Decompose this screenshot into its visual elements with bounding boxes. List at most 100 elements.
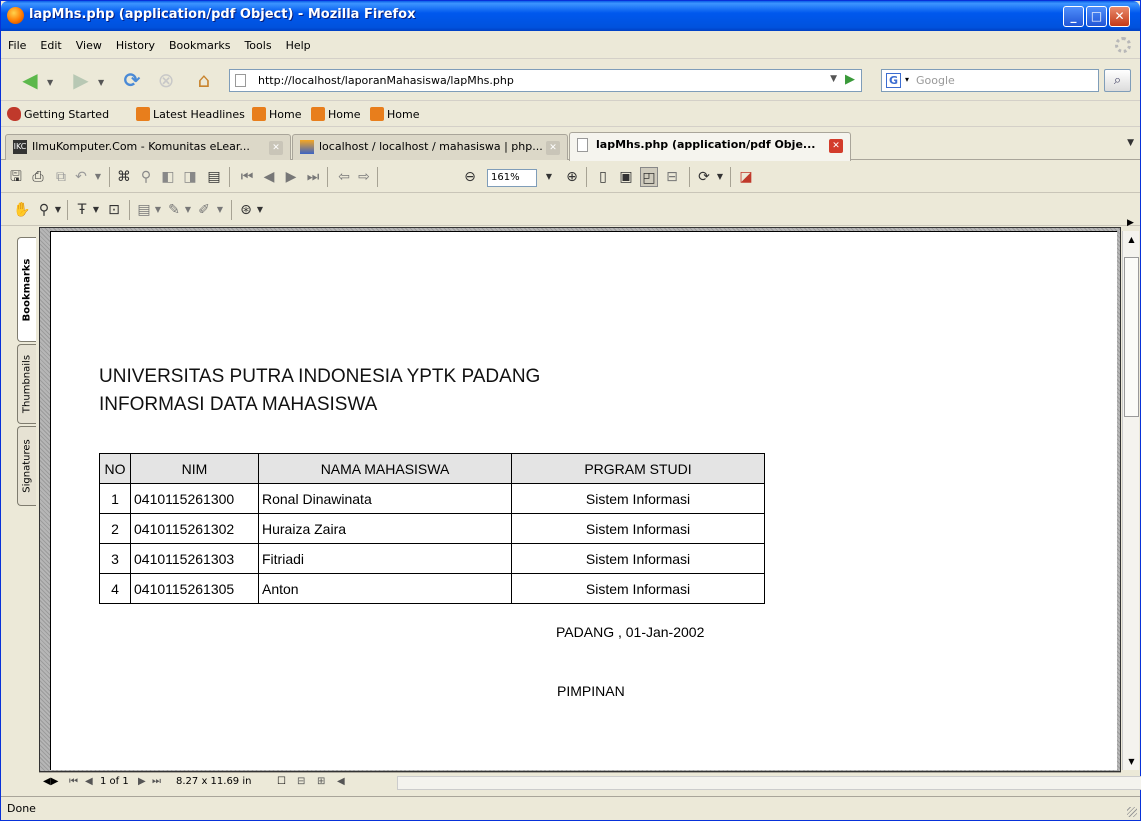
next-page-icon[interactable]: ▶ <box>283 167 299 187</box>
tab-ilmukomputer[interactable]: IKC IlmuKomputer.Com - Komunitas eLear..… <box>5 134 291 160</box>
undo-dropdown-icon[interactable]: ▼ <box>93 167 103 187</box>
acrobat-icon[interactable]: ◪ <box>737 167 755 187</box>
tab-close-button[interactable]: ✕ <box>546 141 560 155</box>
save-icon[interactable]: 🖫 <box>7 167 25 187</box>
menu-history[interactable]: History <box>109 32 162 59</box>
hand-tool-icon[interactable]: ✋ <box>13 200 31 220</box>
maximize-button[interactable]: □ <box>1086 6 1107 27</box>
stop-button[interactable]: ⊗ <box>153 68 179 92</box>
print-icon[interactable]: ⎙ <box>29 167 47 187</box>
stamp-dropdown-icon[interactable]: ▼ <box>255 200 265 220</box>
url-history-dropdown-icon[interactable]: ▼ <box>830 74 837 84</box>
tab-phpmyadmin[interactable]: localhost / localhost / mahasiswa | php.… <box>292 134 568 160</box>
resize-grip-icon[interactable] <box>1127 807 1137 817</box>
thumbnails-panel-tab[interactable]: Thumbnails <box>17 344 36 424</box>
highlight-icon[interactable]: ✐ <box>195 200 213 220</box>
back-button[interactable]: ◀ <box>17 68 43 92</box>
scroll-down-icon[interactable]: ▼ <box>1124 754 1139 769</box>
fit-width-icon[interactable]: ◰ <box>640 167 658 187</box>
bookmark-home-3[interactable]: Home <box>370 107 419 122</box>
stamp-icon[interactable]: ⊛ <box>237 200 255 220</box>
bookmark-getting-started[interactable]: Getting Started <box>7 107 109 122</box>
bookmark-latest-headlines[interactable]: Latest Headlines <box>136 107 245 122</box>
first-page-icon[interactable]: ⏮ <box>69 776 78 787</box>
rotate-dropdown-icon[interactable]: ▼ <box>715 167 725 187</box>
select-text-icon[interactable]: Ŧ <box>73 200 91 220</box>
vertical-scrollbar[interactable]: ▲ ▼ <box>1122 231 1139 770</box>
zoom-level-field[interactable]: 161% <box>487 169 537 187</box>
menu-help[interactable]: Help <box>279 32 318 59</box>
tab-list-dropdown-icon[interactable]: ▼ <box>1127 138 1134 148</box>
last-page-icon[interactable]: ⏭ <box>152 776 161 787</box>
document-properties-icon[interactable]: ▤ <box>205 167 223 187</box>
note-dropdown-icon[interactable]: ▼ <box>153 200 163 220</box>
previous-page-icon[interactable]: ◀ <box>261 167 277 187</box>
pencil-dropdown-icon[interactable]: ▼ <box>183 200 193 220</box>
fit-page-icon[interactable]: ▣ <box>617 167 635 187</box>
zoom-out-icon[interactable]: ⊖ <box>461 167 479 187</box>
scroll-up-icon[interactable]: ▲ <box>1124 232 1139 247</box>
minimize-button[interactable]: _ <box>1063 6 1084 27</box>
pencil-icon[interactable]: ✎ <box>165 200 183 220</box>
url-text[interactable]: http://localhost/laporanMahasiswa/lapMhs… <box>258 74 514 87</box>
bookmark-home-1[interactable]: Home <box>252 107 301 122</box>
reflow-icon[interactable]: ⊟ <box>663 167 681 187</box>
menu-file[interactable]: File <box>1 32 33 59</box>
scrollbar-thumb[interactable] <box>1124 257 1139 417</box>
find-icon[interactable]: ⌘ <box>115 167 133 187</box>
rotate-view-icon[interactable]: ⟳ <box>695 167 713 187</box>
search-button[interactable]: ⌕ <box>1104 69 1131 92</box>
signatures-panel-tab[interactable]: Signatures <box>17 426 36 506</box>
forward-button[interactable]: ▶ <box>68 68 94 92</box>
back-history-dropdown-icon[interactable]: ▼ <box>47 78 53 87</box>
engine-dropdown-icon[interactable]: ▾ <box>905 75 909 84</box>
pdf-toolbar-main: 🖫 ⎙ ⧉ ↶ ▼ ⌘ ⚲ ◧ ◨ ▤ ⏮ ◀ ▶ ⏭ ⇦ ⇨ ⊖ 161% ▼… <box>1 161 1140 193</box>
zoom-tool-dropdown-icon[interactable]: ▼ <box>53 200 63 220</box>
copy-icon[interactable]: ⧉ <box>53 167 69 187</box>
go-button[interactable]: ▶ <box>845 72 855 87</box>
address-bar[interactable]: http://localhost/laporanMahasiswa/lapMhs… <box>229 69 862 92</box>
actual-size-icon[interactable]: ▯ <box>594 167 612 187</box>
menu-view[interactable]: View <box>69 32 109 59</box>
zoom-tool-icon[interactable]: ⚲ <box>35 200 53 220</box>
select-dropdown-icon[interactable]: ▼ <box>91 200 101 220</box>
next-view-icon[interactable]: ◨ <box>181 167 199 187</box>
bookmark-home-2[interactable]: Home <box>311 107 360 122</box>
search-placeholder[interactable]: Google <box>916 74 955 87</box>
zoom-dropdown-icon[interactable]: ▼ <box>544 167 554 187</box>
tab-lapmhs[interactable]: lapMhs.php (application/pdf Obje... ✕ <box>569 132 851 161</box>
zoom-in-icon[interactable]: ⊕ <box>563 167 581 187</box>
single-page-icon[interactable]: ☐ <box>277 776 286 787</box>
menu-edit[interactable]: Edit <box>33 32 68 59</box>
forward-history-dropdown-icon[interactable]: ▼ <box>98 78 104 87</box>
go-back-view-icon[interactable]: ⇦ <box>336 167 352 187</box>
facing-pages-icon[interactable]: ⊞ <box>317 776 325 787</box>
highlight-dropdown-icon[interactable]: ▼ <box>215 200 225 220</box>
tab-close-button[interactable]: ✕ <box>269 141 283 155</box>
first-page-icon[interactable]: ⏮ <box>239 167 255 187</box>
google-engine-icon[interactable]: G <box>886 73 901 88</box>
search-box[interactable]: G ▾ Google <box>881 69 1099 92</box>
last-page-icon[interactable]: ⏭ <box>305 167 321 187</box>
go-forward-view-icon[interactable]: ⇨ <box>356 167 372 187</box>
previous-page-icon[interactable]: ◀ <box>85 776 93 787</box>
page-indicator[interactable]: 1 of 1 <box>100 776 129 787</box>
toggle-nav-icon[interactable]: ◀▶ <box>43 776 58 787</box>
note-icon[interactable]: ▤ <box>135 200 153 220</box>
search-pdf-icon[interactable]: ⚲ <box>137 167 155 187</box>
continuous-icon[interactable]: ⊟ <box>297 776 305 787</box>
snapshot-icon[interactable]: ⊡ <box>105 200 123 220</box>
next-page-icon[interactable]: ▶ <box>138 776 146 787</box>
undo-icon[interactable]: ↶ <box>73 167 89 187</box>
expand-right-panel-icon[interactable]: ▶ <box>1123 218 1138 231</box>
reload-button[interactable]: ⟳ <box>119 68 145 92</box>
close-button[interactable]: ✕ <box>1109 6 1130 27</box>
tab-close-button[interactable]: ✕ <box>829 139 843 153</box>
horizontal-scrollbar[interactable] <box>397 776 1141 790</box>
scroll-left-icon[interactable]: ◀ <box>337 776 345 787</box>
menu-tools[interactable]: Tools <box>237 32 278 59</box>
bookmarks-panel-tab[interactable]: Bookmarks <box>17 237 36 342</box>
menu-bookmarks[interactable]: Bookmarks <box>162 32 237 59</box>
previous-view-icon[interactable]: ◧ <box>159 167 177 187</box>
home-button[interactable]: ⌂ <box>191 68 217 92</box>
